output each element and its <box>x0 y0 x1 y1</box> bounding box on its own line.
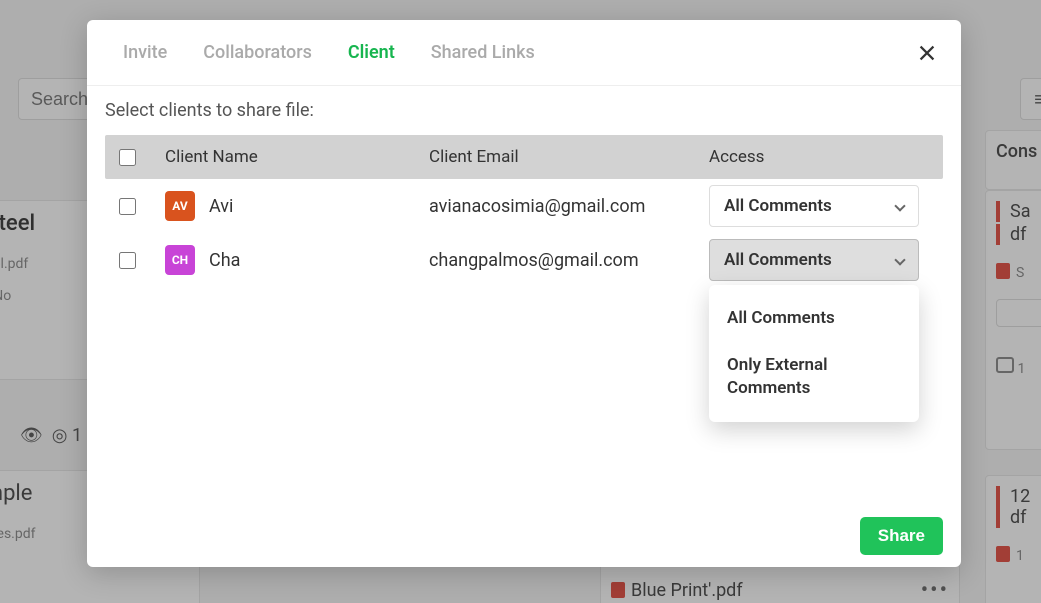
tab-shared-links[interactable]: Shared Links <box>413 20 553 85</box>
access-cell: All CommentsAll CommentsOnly External Co… <box>709 239 929 281</box>
access-select[interactable]: All Comments <box>709 185 919 227</box>
client-table-header: Client Name Client Email Access <box>105 135 943 179</box>
client-name: Avi <box>209 196 233 217</box>
close-icon <box>916 42 938 64</box>
modal-subtitle: Select clients to share file: <box>105 100 943 121</box>
tab-client[interactable]: Client <box>330 20 413 85</box>
access-selected-label: All Comments <box>724 196 832 216</box>
close-button[interactable] <box>911 37 943 69</box>
row-checkbox[interactable] <box>119 252 136 269</box>
col-email-header: Client Email <box>429 147 709 167</box>
tab-collaborators[interactable]: Collaborators <box>185 20 330 85</box>
access-select[interactable]: All Comments <box>709 239 919 281</box>
chevron-down-icon <box>894 200 905 211</box>
select-all-checkbox[interactable] <box>119 149 136 166</box>
row-checkbox[interactable] <box>119 198 136 215</box>
access-selected-label: All Comments <box>724 250 832 270</box>
access-option[interactable]: All Comments <box>709 295 919 342</box>
access-option[interactable]: Only External Comments <box>709 342 919 412</box>
avatar: AV <box>165 191 195 221</box>
client-table-body: AV Avi avianacosimia@gmail.com All Comments… <box>105 179 943 287</box>
tab-invite[interactable]: Invite <box>105 20 185 85</box>
modal-body: Select clients to share file: Client Nam… <box>87 86 961 505</box>
col-access-header: Access <box>709 147 929 167</box>
col-name-header: Client Name <box>159 147 429 167</box>
chevron-down-icon <box>894 254 905 265</box>
client-name: Cha <box>209 250 240 271</box>
access-cell: All Comments <box>709 185 929 227</box>
client-row: CHChachangpalmos@gmail.comAll CommentsAl… <box>105 233 943 287</box>
access-dropdown: All CommentsOnly External Comments <box>709 285 919 422</box>
client-email: changpalmos@gmail.com <box>429 250 709 271</box>
share-modal: Invite Collaborators Client Shared Links… <box>87 20 961 567</box>
modal-footer: Share <box>87 505 961 567</box>
share-button[interactable]: Share <box>860 517 943 555</box>
modal-tab-bar: Invite Collaborators Client Shared Links <box>87 20 961 86</box>
client-email: avianacosimia@gmail.com <box>429 196 709 217</box>
client-row: AV Avi avianacosimia@gmail.com All Comments <box>105 179 943 233</box>
avatar: CH <box>165 245 195 275</box>
